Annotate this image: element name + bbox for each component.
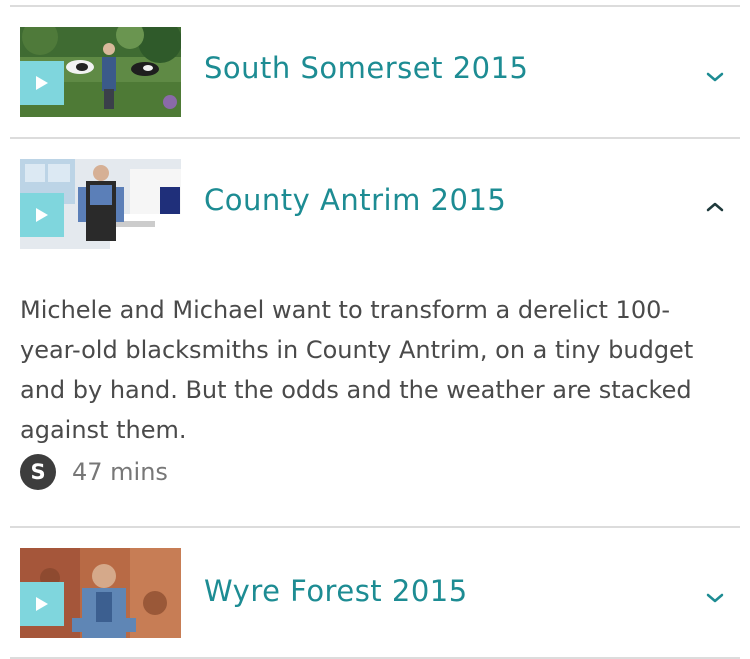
- episode-title[interactable]: South Somerset 2015: [204, 51, 529, 85]
- play-icon: [36, 597, 48, 611]
- play-button[interactable]: [20, 61, 64, 105]
- play-button[interactable]: [20, 193, 64, 237]
- subtitles-badge: S: [20, 454, 56, 490]
- episode-title[interactable]: Wyre Forest 2015: [204, 574, 468, 608]
- episode-row-wyre-forest[interactable]: Wyre Forest 2015: [0, 528, 750, 658]
- episode-duration: 47 mins: [72, 458, 168, 486]
- episode-description: Michele and Michael want to transform a …: [20, 296, 694, 444]
- episode-meta: S 47 mins: [20, 454, 168, 490]
- play-icon: [36, 208, 48, 222]
- chevron-down-icon[interactable]: [706, 71, 724, 83]
- episode-thumbnail[interactable]: [20, 159, 181, 249]
- episode-thumbnail[interactable]: [20, 548, 181, 638]
- play-button[interactable]: [20, 582, 64, 626]
- episode-title[interactable]: County Antrim 2015: [204, 183, 506, 217]
- play-icon: [36, 76, 48, 90]
- chevron-down-icon[interactable]: [706, 592, 724, 604]
- episode-row-south-somerset[interactable]: South Somerset 2015: [0, 7, 750, 137]
- episode-thumbnail[interactable]: [20, 27, 181, 117]
- episode-row-county-antrim[interactable]: County Antrim 2015: [0, 139, 750, 269]
- chevron-up-icon[interactable]: [706, 201, 724, 213]
